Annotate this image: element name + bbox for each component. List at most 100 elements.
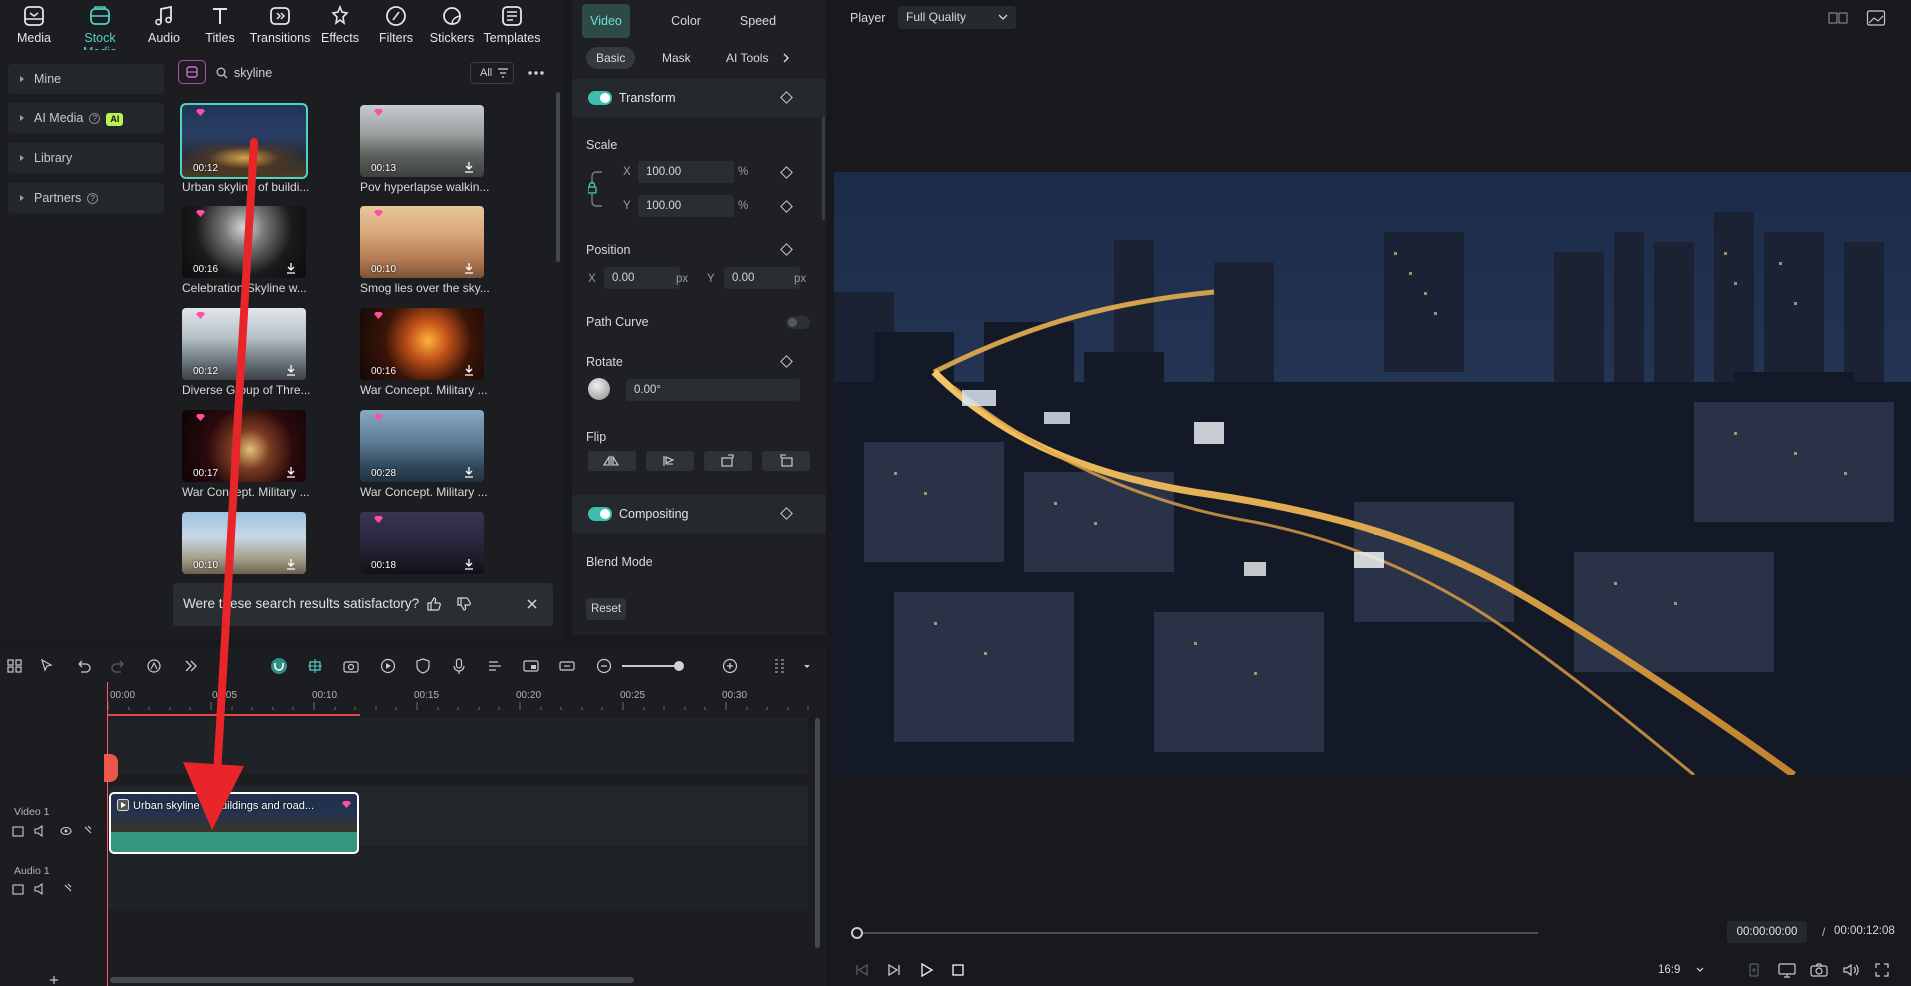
timeline-vertical-scrollbar[interactable] xyxy=(815,718,820,948)
previous-frame-icon[interactable] xyxy=(854,962,870,978)
timeline-horizontal-scrollbar[interactable] xyxy=(110,977,634,983)
volume-icon[interactable] xyxy=(1842,962,1860,978)
more-tools-icon[interactable] xyxy=(182,657,200,675)
result-thumbnail-9[interactable]: 00:10 xyxy=(182,512,306,574)
toolbar-stickers[interactable]: Stickers xyxy=(420,4,484,48)
pip-icon[interactable] xyxy=(522,657,540,675)
keyframe-diamond-icon[interactable] xyxy=(780,200,793,213)
toolbar-transitions[interactable]: Transitions xyxy=(248,4,312,48)
next-frame-icon[interactable] xyxy=(886,962,902,978)
keyframe-diamond-icon[interactable] xyxy=(780,507,793,520)
more-options-icon[interactable] xyxy=(526,64,546,82)
position-y-input[interactable]: 0.00 xyxy=(724,267,800,289)
zoom-out-icon[interactable] xyxy=(595,657,613,675)
keyframe-diamond-icon[interactable] xyxy=(780,91,793,104)
scene-detect-icon[interactable] xyxy=(342,657,360,675)
tab-video[interactable]: Video xyxy=(582,4,630,38)
scale-x-input[interactable]: 100.00 xyxy=(638,161,734,183)
zoom-slider-track[interactable] xyxy=(622,665,678,667)
camera-snapshot-icon[interactable] xyxy=(1810,962,1828,978)
timeline-ruler[interactable]: 00:00 00:05 00:10 00:15 00:20 00:25 00:3… xyxy=(108,682,826,716)
result-thumbnail-2[interactable]: 00:13 xyxy=(360,105,484,177)
zoom-slider-handle[interactable] xyxy=(674,661,684,671)
layout-grid-icon[interactable] xyxy=(6,657,24,675)
compare-view-icon[interactable] xyxy=(1828,10,1848,26)
toolbar-stock-media[interactable]: Stock Media xyxy=(66,4,134,59)
magnet-snap-icon[interactable] xyxy=(270,657,288,675)
download-icon[interactable] xyxy=(464,161,474,173)
undo-icon[interactable] xyxy=(74,657,92,675)
ai-tools-icon[interactable] xyxy=(145,657,163,675)
download-icon[interactable] xyxy=(464,364,474,376)
position-x-input[interactable]: 0.00 xyxy=(604,267,680,289)
subtab-mask[interactable]: Mask xyxy=(662,47,691,69)
zoom-in-icon[interactable] xyxy=(721,657,739,675)
result-thumbnail-1[interactable]: 00:12 xyxy=(180,103,308,179)
auto-ripple-icon[interactable] xyxy=(306,657,324,675)
download-icon[interactable] xyxy=(286,262,296,274)
add-icon[interactable] xyxy=(48,974,60,986)
tab-color[interactable]: Color xyxy=(662,4,710,38)
redo-icon[interactable] xyxy=(110,657,128,675)
filter-dropdown[interactable]: All xyxy=(470,62,514,84)
thumbs-up-icon[interactable] xyxy=(426,596,442,612)
rotate-clockwise-button[interactable] xyxy=(704,451,752,471)
toolbar-audio[interactable]: Audio xyxy=(132,4,196,48)
nav-item-library[interactable]: Library xyxy=(8,143,164,173)
search-input[interactable] xyxy=(212,60,450,86)
audio-mixer-icon[interactable] xyxy=(486,657,504,675)
quality-dropdown[interactable]: Full Quality xyxy=(898,6,1016,29)
microphone-icon[interactable] xyxy=(450,657,468,675)
flip-horizontal-button[interactable] xyxy=(588,451,636,471)
subtab-basic[interactable]: Basic xyxy=(586,47,636,69)
download-icon[interactable] xyxy=(464,466,474,478)
rotate-dial[interactable] xyxy=(588,378,610,400)
nav-item-ai-media[interactable]: AI Media? AI xyxy=(8,103,164,133)
help-icon[interactable]: ? xyxy=(87,193,99,204)
select-tool-icon[interactable] xyxy=(38,657,56,675)
playhead-line[interactable] xyxy=(107,682,108,986)
download-icon[interactable] xyxy=(464,262,474,274)
download-icon[interactable] xyxy=(464,558,474,570)
toolbar-effects[interactable]: Effects xyxy=(308,4,372,48)
compositing-toggle[interactable] xyxy=(588,507,612,521)
toolbar-media[interactable]: Media xyxy=(2,4,66,48)
thumbs-down-icon[interactable] xyxy=(456,596,472,612)
reset-button[interactable]: Reset xyxy=(586,598,626,620)
download-icon[interactable] xyxy=(286,364,296,376)
result-thumbnail-6[interactable]: 00:16 xyxy=(360,308,484,380)
transform-toggle[interactable] xyxy=(588,91,612,105)
help-icon[interactable]: ? xyxy=(89,113,101,124)
stop-icon[interactable] xyxy=(950,962,966,978)
fullscreen-icon[interactable] xyxy=(1874,962,1890,978)
rotate-input[interactable]: 0.00° xyxy=(626,379,800,401)
lock-ratio-icon[interactable] xyxy=(588,168,610,210)
download-icon[interactable] xyxy=(286,558,296,570)
keyframe-diamond-icon[interactable] xyxy=(780,355,793,368)
result-thumbnail-3[interactable]: 00:16 xyxy=(182,206,306,278)
snapshot-preview-icon[interactable] xyxy=(1866,9,1886,27)
keyframe-diamond-icon[interactable] xyxy=(780,166,793,179)
play-icon[interactable] xyxy=(918,962,934,978)
display-monitor-icon[interactable] xyxy=(1778,962,1796,978)
current-time-field[interactable]: 00:00:00:00 xyxy=(1727,921,1807,943)
results-scrollbar[interactable] xyxy=(556,92,560,262)
nav-item-mine[interactable]: Mine xyxy=(8,64,164,94)
rotate-counterclockwise-button[interactable] xyxy=(762,451,810,471)
scrubber-handle[interactable] xyxy=(851,927,863,939)
video-clip[interactable]: Urban skyline of buildings and road... xyxy=(109,792,359,854)
close-icon[interactable] xyxy=(526,598,538,610)
download-icon[interactable] xyxy=(286,466,296,478)
toolbar-titles[interactable]: Titles xyxy=(188,4,252,48)
nav-item-partners[interactable]: Partners? xyxy=(8,183,164,213)
aspect-ratio-dropdown[interactable]: 16:9 xyxy=(1644,960,1708,980)
flip-vertical-button[interactable] xyxy=(646,451,694,471)
track-layout-icon[interactable] xyxy=(772,657,790,675)
subtab-ai-tools[interactable]: AI Tools xyxy=(726,47,770,69)
keyframe-diamond-icon[interactable] xyxy=(780,243,793,256)
result-thumbnail-4[interactable]: 00:10 xyxy=(360,206,484,278)
toolbar-filters[interactable]: Filters xyxy=(364,4,428,48)
replace-clip-icon[interactable] xyxy=(558,657,576,675)
tab-speed[interactable]: Speed xyxy=(734,4,782,38)
add-marker-icon[interactable] xyxy=(1746,962,1762,978)
